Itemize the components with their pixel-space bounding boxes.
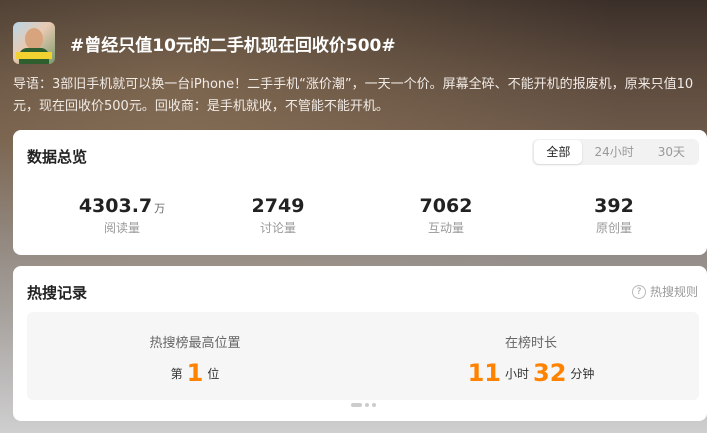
- minutes-number: 32: [533, 359, 567, 387]
- hours-number: 11: [467, 359, 501, 387]
- stat-interactions: 7062 互动量: [362, 195, 530, 236]
- hot-record-title: 热搜记录: [27, 284, 88, 302]
- carousel-dot: [372, 403, 376, 407]
- topic-avatar[interactable]: [13, 22, 55, 64]
- stat-label: 阅读量: [103, 221, 140, 235]
- stat-originals: 392 原创量: [530, 195, 698, 236]
- hot-search-record-card: 热搜记录 ? 热搜规则 热搜榜最高位置 第1位 在榜时长 11 小时 32 分钟: [13, 266, 707, 421]
- topic-intro: 导语：3部旧手机就可以换一台iPhone！二手手机“涨价潮”，一天一个价。屏幕全…: [13, 77, 694, 114]
- carousel-dot-active: [351, 403, 362, 407]
- question-icon: ?: [631, 284, 646, 299]
- stat-value: 4303.7: [78, 195, 153, 217]
- topic-title: #曾经只值10元的二手机现在回收价500#: [70, 36, 396, 56]
- rank-number: 1: [186, 359, 204, 387]
- stat-label: 讨论量: [259, 221, 296, 235]
- rank-suffix: 位: [207, 367, 220, 381]
- avatar-face-shape: [25, 28, 43, 50]
- highest-position: 热搜榜最高位置 第1位: [27, 312, 363, 387]
- topic-header: #曾经只值10元的二手机现在回收价500#: [13, 22, 694, 66]
- carousel-dot: [365, 403, 369, 407]
- stat-reads: 4303.7 万 阅读量: [38, 195, 206, 236]
- stat-label: 互动量: [427, 221, 464, 235]
- stat-value: 2749: [251, 195, 305, 217]
- highest-position-value: 第1位: [27, 359, 363, 387]
- stat-value: 7062: [419, 195, 473, 217]
- tab-all[interactable]: 全部: [534, 140, 583, 164]
- time-on-list-label: 在榜时长: [504, 336, 557, 351]
- stat-value: 392: [594, 195, 634, 217]
- tab-30d[interactable]: 30天: [646, 140, 697, 164]
- time-range-tabs: 全部 24小时 30天: [532, 139, 699, 165]
- time-on-list: 在榜时长 11 小时 32 分钟: [363, 312, 699, 387]
- stat-unit: 万: [154, 202, 166, 215]
- highest-position-label: 热搜榜最高位置: [149, 336, 241, 351]
- stat-discussions: 2749 讨论量: [194, 195, 362, 236]
- time-on-list-value: 11 小时 32 分钟: [363, 359, 699, 387]
- data-overview-card: 数据总览 全部 24小时 30天 4303.7 万 阅读量 2749 讨论量 70…: [13, 130, 707, 255]
- stat-label: 原创量: [595, 221, 632, 235]
- hot-rules-label: 热搜规则: [649, 285, 698, 299]
- hot-rules-link[interactable]: ? 热搜规则: [631, 283, 698, 300]
- hours-unit: 小时: [504, 367, 529, 381]
- hot-record-panel: 热搜榜最高位置 第1位 在榜时长 11 小时 32 分钟: [27, 312, 699, 400]
- overview-title: 数据总览: [27, 148, 88, 166]
- carousel-indicator: [351, 403, 376, 407]
- minutes-unit: 分钟: [570, 367, 595, 381]
- avatar-caption-strip: [16, 52, 52, 59]
- tab-24h[interactable]: 24小时: [582, 140, 645, 164]
- overview-stats: 4303.7 万 阅读量 2749 讨论量 7062 互动量 392 原创量: [13, 195, 707, 240]
- rank-prefix: 第: [170, 367, 183, 381]
